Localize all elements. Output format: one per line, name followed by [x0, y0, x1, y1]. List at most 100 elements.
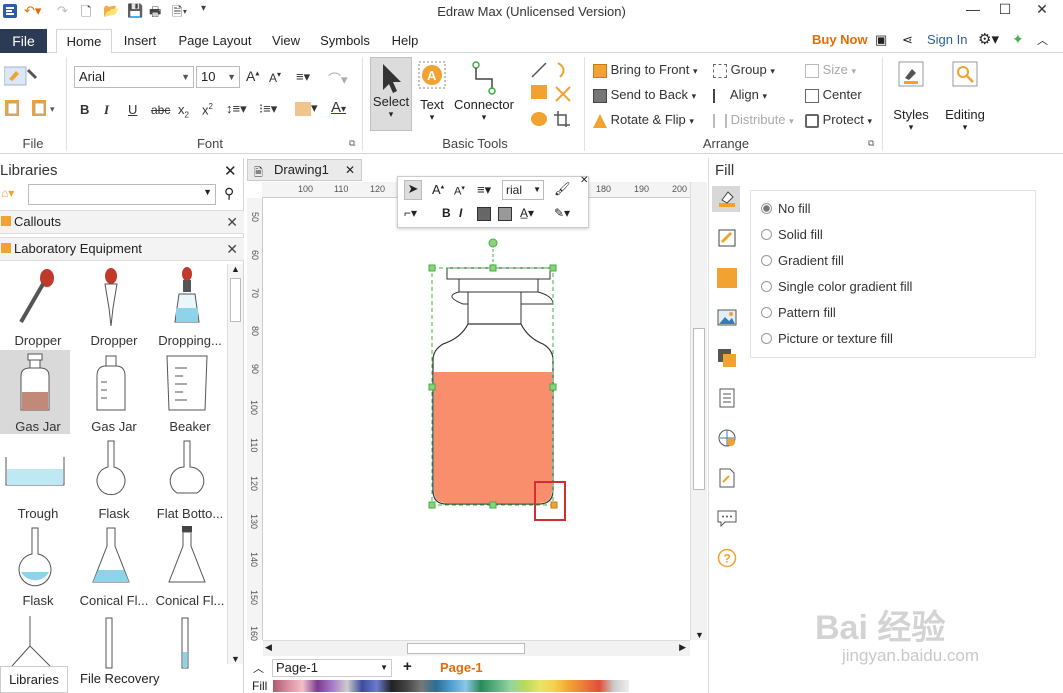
mini-back-icon[interactable]	[498, 207, 512, 221]
group-button[interactable]: Group ▾	[713, 62, 775, 78]
fill-option-no-fill[interactable]: No fill	[761, 201, 811, 216]
select-tool-button[interactable]: Select ▾	[370, 57, 412, 131]
color-swatches[interactable]	[273, 680, 629, 692]
library-search-input[interactable]: ▼	[28, 184, 216, 205]
comment-icon[interactable]	[717, 508, 737, 528]
apps-icon[interactable]: ✦	[1012, 31, 1024, 48]
shape-dropper[interactable]: Dropper	[0, 264, 70, 348]
library-section-laboratory[interactable]: Laboratory Equipment ✕	[0, 237, 244, 261]
libraries-bottom-tab[interactable]: Libraries	[0, 666, 68, 693]
arrange-dialog-launcher-icon[interactable]: ⧉	[868, 138, 874, 149]
grow-font-icon[interactable]: A▴	[246, 68, 259, 84]
text-align-icon[interactable]: ≡▾	[296, 69, 310, 85]
tab-home[interactable]: Home	[56, 29, 112, 54]
tab-page-layout[interactable]: Page Layout	[172, 29, 258, 53]
tab-help[interactable]: Help	[385, 29, 425, 53]
bring-to-front-button[interactable]: Bring to Front ▾	[593, 62, 698, 78]
close-document-icon[interactable]: ✕	[345, 160, 355, 180]
shape-conical-flask[interactable]: Conical Fl...	[76, 524, 148, 608]
image-icon[interactable]	[717, 308, 737, 328]
shape-gas-jar-2[interactable]: Gas Jar	[76, 350, 146, 434]
editing-button[interactable]: Editing ▾	[940, 61, 990, 133]
bold-icon[interactable]: B	[80, 102, 89, 117]
shape-tools-icons[interactable]	[528, 59, 578, 131]
help-icon[interactable]: ?	[717, 548, 737, 568]
mini-align-icon[interactable]: ≡▾	[477, 182, 491, 198]
font-size-select[interactable]: 10 ▼	[196, 66, 240, 88]
styles-button[interactable]: Styles ▾	[890, 61, 932, 133]
shape-dropper-2[interactable]: Dropper	[76, 264, 146, 348]
page-properties-icon[interactable]	[717, 388, 737, 408]
file-recovery-tab[interactable]: File Recovery	[80, 671, 159, 686]
font-dialog-launcher-icon[interactable]: ⧉	[349, 138, 355, 149]
underline-icon[interactable]: U	[128, 102, 137, 117]
mini-font-color-icon[interactable]: A̲▾	[520, 206, 534, 220]
gas-jar-drawing[interactable]	[263, 198, 690, 640]
page-tab[interactable]: Page-1	[440, 660, 483, 675]
font-family-select[interactable]: Arial ▼	[74, 66, 194, 88]
tab-view[interactable]: View	[265, 29, 307, 53]
send-to-back-button[interactable]: Send to Back ▾	[593, 87, 696, 103]
settings-icon[interactable]: ⚙▾	[978, 30, 999, 48]
shape-conical-flask-2[interactable]: Conical Fl...	[152, 524, 224, 608]
vertical-scrollbar[interactable]: ▼	[690, 182, 707, 640]
line-style-icon[interactable]	[717, 228, 737, 248]
shape-beaker[interactable]: Beaker	[152, 350, 222, 434]
mini-grow-font-icon[interactable]: A▴	[432, 182, 444, 197]
collapse-ribbon-icon[interactable]: ︿	[1037, 32, 1048, 48]
mini-line-icon[interactable]: ✎▾	[554, 206, 570, 220]
note-icon[interactable]	[717, 468, 737, 488]
shadow-icon[interactable]	[717, 268, 737, 288]
strikethrough-icon[interactable]: abc	[151, 103, 170, 117]
layer-icon[interactable]	[717, 348, 737, 368]
shape-trough[interactable]: Trough	[0, 437, 70, 521]
tab-symbols[interactable]: Symbols	[314, 29, 376, 53]
page-up-icon[interactable]: ︿	[253, 660, 264, 676]
text-curve-icon[interactable]: ⌒▾	[328, 69, 348, 88]
close-libraries-icon[interactable]: ✕	[224, 162, 237, 180]
fill-option-solid[interactable]: Solid fill	[761, 227, 823, 242]
file-tab[interactable]: File	[0, 29, 47, 53]
gas-jar-shape[interactable]	[432, 267, 554, 505]
library-section-callouts[interactable]: Callouts ✕	[0, 210, 244, 234]
protect-button[interactable]: Protect ▾	[805, 112, 872, 128]
sign-in-link[interactable]: Sign In	[927, 32, 967, 47]
shape-flat-bottom-flask[interactable]: Flat Botto...	[152, 437, 223, 521]
close-window-button[interactable]: ✕	[1027, 1, 1057, 18]
minimize-button[interactable]: —	[958, 1, 988, 17]
mini-close-icon[interactable]: ✕	[580, 175, 588, 186]
font-color-icon[interactable]: A▾	[331, 99, 346, 116]
drawing-canvas[interactable]	[263, 198, 690, 640]
tab-drawing1[interactable]: 🗎 Drawing1 ✕	[247, 159, 362, 181]
shrink-font-icon[interactable]: A▾	[269, 70, 281, 85]
rotate-handle[interactable]	[488, 238, 498, 248]
tab-insert[interactable]: Insert	[117, 29, 163, 53]
corner-control-handle[interactable]	[550, 501, 558, 509]
highlight-icon[interactable]: ▾	[295, 100, 318, 116]
paste-button[interactable]: ▾	[4, 98, 62, 121]
page-select[interactable]: Page-1 ▼	[272, 659, 392, 677]
horizontal-scrollbar[interactable]: ◀ ▶	[263, 640, 690, 656]
shape-gas-jar-selected[interactable]: Gas Jar	[0, 350, 70, 434]
line-spacing-icon[interactable]: ↕≡▾	[226, 101, 247, 117]
mini-paint-icon[interactable]: 🖌	[554, 181, 571, 197]
mini-bold-icon[interactable]: B	[442, 206, 451, 220]
superscript-icon[interactable]: x2	[202, 102, 213, 117]
fill-option-pattern[interactable]: Pattern fill	[761, 305, 836, 320]
screen-icon[interactable]: ▣	[875, 32, 887, 48]
bullets-icon[interactable]: ⁝≡▾	[259, 101, 277, 117]
search-icon[interactable]: ⚲	[224, 185, 234, 202]
buy-now-link[interactable]: Buy Now	[812, 32, 868, 47]
mini-shrink-font-icon[interactable]: A▾	[454, 184, 465, 198]
fill-option-single-gradient[interactable]: Single color gradient fill	[761, 279, 912, 294]
hyperlink-globe-icon[interactable]	[717, 428, 737, 448]
subscript-icon[interactable]: x2	[178, 102, 189, 120]
add-page-icon[interactable]: +	[403, 658, 412, 675]
align-button[interactable]: Align ▾	[713, 87, 767, 103]
fill-option-picture[interactable]: Picture or texture fill	[761, 331, 893, 346]
mini-connector-icon[interactable]: ⌐▾	[404, 206, 417, 220]
fill-bucket-icon[interactable]	[717, 189, 737, 209]
close-section-icon[interactable]: ✕	[226, 238, 238, 260]
italic-icon[interactable]: I	[104, 102, 109, 118]
mini-italic-icon[interactable]: I	[459, 206, 462, 220]
